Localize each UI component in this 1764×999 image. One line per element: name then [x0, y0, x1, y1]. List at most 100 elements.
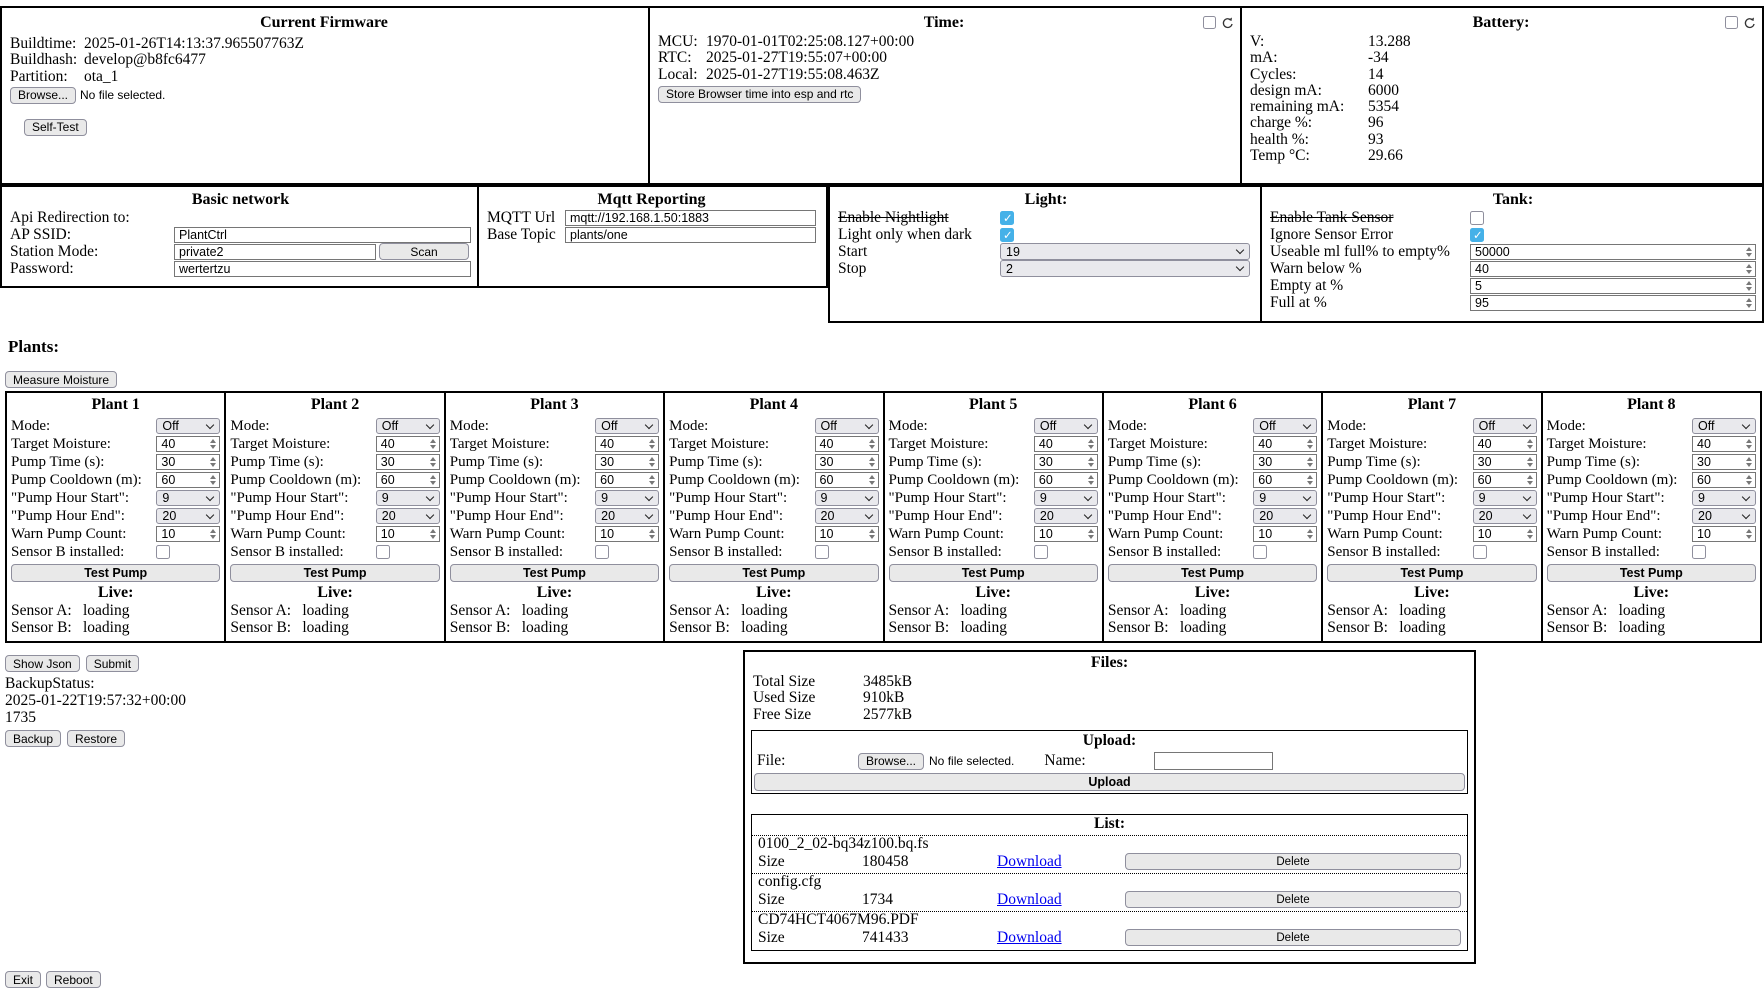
- pump-cooldown-input[interactable]: 60: [1692, 472, 1756, 488]
- enable-nightlight-checkbox[interactable]: [1000, 211, 1014, 225]
- spinner-up-down-icon[interactable]: [430, 529, 436, 539]
- warn-pump-count-input[interactable]: 10: [1692, 526, 1756, 542]
- spinner-up-down-icon[interactable]: [649, 529, 655, 539]
- download-link[interactable]: Download: [997, 891, 1062, 909]
- pump-hour-start-select[interactable]: 9: [1253, 490, 1317, 506]
- pump-time-input[interactable]: 30: [1034, 454, 1098, 470]
- mode-select[interactable]: Off: [1473, 418, 1537, 434]
- spinner-up-down-icon[interactable]: [1527, 439, 1533, 449]
- spinner-up-down-icon[interactable]: [1527, 457, 1533, 467]
- pump-time-input[interactable]: 30: [1253, 454, 1317, 470]
- pump-time-input[interactable]: 30: [815, 454, 879, 470]
- spinner-up-down-icon[interactable]: [1088, 529, 1094, 539]
- spinner-up-down-icon[interactable]: [1746, 529, 1752, 539]
- spinner-up-down-icon[interactable]: [1746, 475, 1752, 485]
- spinner-up-down-icon[interactable]: [869, 457, 875, 467]
- mode-select[interactable]: Off: [376, 418, 440, 434]
- spinner-up-down-icon[interactable]: [210, 439, 216, 449]
- warn-pump-count-input[interactable]: 10: [1253, 526, 1317, 542]
- exit-button[interactable]: Exit: [5, 971, 41, 988]
- scan-button[interactable]: Scan: [379, 243, 469, 260]
- mode-select[interactable]: Off: [1692, 418, 1756, 434]
- spinner-up-down-icon[interactable]: [1088, 439, 1094, 449]
- refresh-icon[interactable]: [1743, 17, 1755, 29]
- pump-hour-start-select[interactable]: 9: [595, 490, 659, 506]
- target-moisture-input[interactable]: 40: [595, 436, 659, 452]
- pump-time-input[interactable]: 30: [1692, 454, 1756, 470]
- time-autorefresh-checkbox[interactable]: [1203, 16, 1216, 29]
- pump-cooldown-input[interactable]: 60: [1253, 472, 1317, 488]
- mode-select[interactable]: Off: [595, 418, 659, 434]
- enable-tank-sensor-checkbox[interactable]: [1470, 211, 1484, 225]
- spinner-up-down-icon[interactable]: [210, 457, 216, 467]
- reboot-button[interactable]: Reboot: [46, 971, 101, 988]
- spinner-up-down-icon[interactable]: [1746, 264, 1752, 274]
- pump-hour-end-select[interactable]: 20: [376, 508, 440, 524]
- spinner-up-down-icon[interactable]: [649, 475, 655, 485]
- spinner-up-down-icon[interactable]: [1088, 475, 1094, 485]
- light-stop-select[interactable]: 2: [1000, 260, 1250, 277]
- spinner-up-down-icon[interactable]: [1746, 281, 1752, 291]
- mode-select[interactable]: Off: [1253, 418, 1317, 434]
- spinner-up-down-icon[interactable]: [210, 475, 216, 485]
- base-topic-input[interactable]: [565, 227, 816, 243]
- measure-moisture-button[interactable]: Measure Moisture: [5, 371, 117, 388]
- pump-time-input[interactable]: 30: [376, 454, 440, 470]
- spinner-up-down-icon[interactable]: [430, 475, 436, 485]
- warn-below-input[interactable]: 40: [1470, 261, 1756, 277]
- pump-hour-start-select[interactable]: 9: [1473, 490, 1537, 506]
- delete-button[interactable]: Delete: [1125, 853, 1461, 870]
- ap-ssid-input[interactable]: [174, 227, 471, 243]
- spinner-up-down-icon[interactable]: [430, 457, 436, 467]
- ignore-sensor-error-checkbox[interactable]: [1470, 228, 1484, 242]
- spinner-up-down-icon[interactable]: [869, 439, 875, 449]
- pump-hour-start-select[interactable]: 9: [376, 490, 440, 506]
- full-at-input[interactable]: 95: [1470, 295, 1756, 311]
- sensor-b-installed-checkbox[interactable]: [1034, 545, 1048, 559]
- test-pump-button[interactable]: Test Pump: [889, 564, 1098, 582]
- pump-cooldown-input[interactable]: 60: [595, 472, 659, 488]
- pump-hour-end-select[interactable]: 20: [156, 508, 220, 524]
- empty-at-input[interactable]: 5: [1470, 278, 1756, 294]
- upload-button[interactable]: Upload: [754, 773, 1465, 791]
- test-pump-button[interactable]: Test Pump: [450, 564, 659, 582]
- target-moisture-input[interactable]: 40: [1253, 436, 1317, 452]
- spinner-up-down-icon[interactable]: [1307, 439, 1313, 449]
- warn-pump-count-input[interactable]: 10: [1473, 526, 1537, 542]
- target-moisture-input[interactable]: 40: [1034, 436, 1098, 452]
- mode-select[interactable]: Off: [1034, 418, 1098, 434]
- warn-pump-count-input[interactable]: 10: [1034, 526, 1098, 542]
- warn-pump-count-input[interactable]: 10: [815, 526, 879, 542]
- upload-name-input[interactable]: [1154, 752, 1273, 770]
- store-browser-time-button[interactable]: Store Browser time into esp and rtc: [658, 86, 861, 103]
- spinner-up-down-icon[interactable]: [1527, 529, 1533, 539]
- sensor-b-installed-checkbox[interactable]: [1692, 545, 1706, 559]
- test-pump-button[interactable]: Test Pump: [1108, 564, 1317, 582]
- test-pump-button[interactable]: Test Pump: [669, 564, 878, 582]
- mode-select[interactable]: Off: [156, 418, 220, 434]
- target-moisture-input[interactable]: 40: [156, 436, 220, 452]
- pump-cooldown-input[interactable]: 60: [376, 472, 440, 488]
- mqtt-url-input[interactable]: [565, 210, 816, 226]
- spinner-up-down-icon[interactable]: [1746, 247, 1752, 257]
- delete-button[interactable]: Delete: [1125, 929, 1461, 946]
- spinner-up-down-icon[interactable]: [869, 529, 875, 539]
- warn-pump-count-input[interactable]: 10: [595, 526, 659, 542]
- target-moisture-input[interactable]: 40: [376, 436, 440, 452]
- spinner-up-down-icon[interactable]: [1746, 439, 1752, 449]
- test-pump-button[interactable]: Test Pump: [1547, 564, 1756, 582]
- light-start-select[interactable]: 19: [1000, 243, 1250, 260]
- pump-cooldown-input[interactable]: 60: [156, 472, 220, 488]
- pump-hour-end-select[interactable]: 20: [1034, 508, 1098, 524]
- pump-time-input[interactable]: 30: [1473, 454, 1537, 470]
- refresh-icon[interactable]: [1221, 17, 1233, 29]
- sensor-b-installed-checkbox[interactable]: [376, 545, 390, 559]
- mode-select[interactable]: Off: [815, 418, 879, 434]
- submit-button[interactable]: Submit: [86, 655, 139, 672]
- sensor-b-installed-checkbox[interactable]: [1253, 545, 1267, 559]
- download-link[interactable]: Download: [997, 853, 1062, 871]
- spinner-up-down-icon[interactable]: [1746, 457, 1752, 467]
- pump-hour-end-select[interactable]: 20: [1473, 508, 1537, 524]
- spinner-up-down-icon[interactable]: [1527, 475, 1533, 485]
- pump-time-input[interactable]: 30: [595, 454, 659, 470]
